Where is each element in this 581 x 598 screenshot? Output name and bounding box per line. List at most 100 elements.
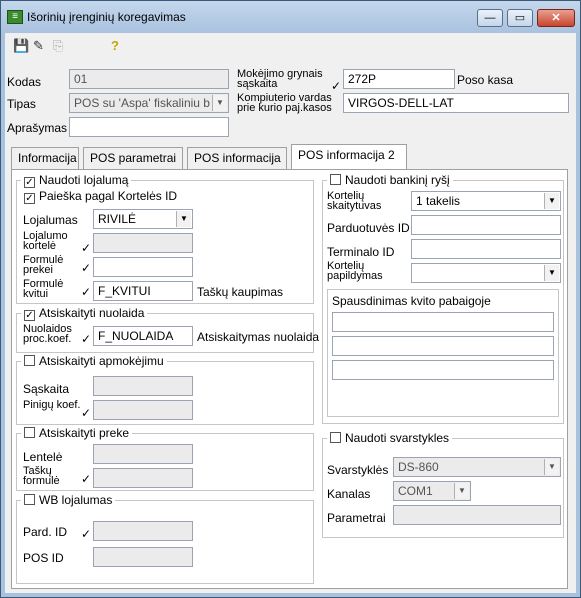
- paieska-label: Paieška pagal Kortelės ID: [39, 189, 178, 203]
- kvitui-description: Taškų kaupimas: [197, 285, 284, 299]
- lojalumas-title: Naudoti lojalumą: [39, 173, 129, 187]
- checkbox-icon: [24, 494, 35, 505]
- check-icon: ✓: [331, 79, 342, 93]
- nuolaida-checkbox[interactable]: ✓ Atsiskaityti nuolaida: [21, 306, 148, 321]
- papildymas-label: Kortelių papildymas: [327, 260, 383, 282]
- chevron-down-icon: ▼: [544, 459, 559, 475]
- pinigu-label: Pinigų koef.: [23, 399, 81, 411]
- lojalumas-group: ✓ Naudoti lojalumą ✓ Paieška pagal Kortelė…: [16, 173, 314, 304]
- kodas-label: Kodas: [7, 75, 42, 89]
- window-title: Išorinių įrenginių koregavimas: [27, 10, 186, 24]
- lojalumas-checkbox[interactable]: ✓ Naudoti lojalumą: [21, 173, 132, 188]
- tab-pos-parametrai[interactable]: POS parametrai: [83, 147, 183, 169]
- scale-title: Naudoti svarstykles: [345, 431, 450, 445]
- parduotuves-field[interactable]: [411, 215, 561, 235]
- paieska-checkbox[interactable]: ✓ Paieška pagal Kortelės ID: [21, 189, 181, 204]
- tipas-label: Tipas: [7, 97, 36, 111]
- chevron-down-icon: ▼: [176, 211, 191, 227]
- check-icon: ✓: [81, 332, 92, 346]
- svarstykles-select[interactable]: DS-860 ▼: [393, 457, 561, 477]
- kompiuterio-field[interactable]: VIRGOS-DELL-LAT: [343, 93, 569, 113]
- parametrai-label: Parametrai: [327, 511, 386, 525]
- edit-icon[interactable]: ✎: [33, 39, 44, 53]
- skaitytuvas-label: Kortelių skaitytuvas: [327, 190, 382, 212]
- tasku-field[interactable]: [93, 468, 193, 488]
- app-icon: ≡: [7, 10, 23, 24]
- nuolaida-group: ✓ Atsiskaityti nuolaida Nuolaidos proc.ko…: [16, 306, 319, 353]
- lojalumas-select[interactable]: RIVILĖ ▼: [93, 209, 193, 229]
- papildymas-select[interactable]: ▼: [411, 263, 561, 283]
- checkbox-icon: ✓: [24, 177, 35, 188]
- maximize-button[interactable]: ▭: [507, 9, 533, 27]
- apmokejimu-group: Atsiskaityti apmokėjimu Sąskaita Pinigų …: [16, 354, 314, 425]
- apmokejimu-title: Atsiskaityti apmokėjimu: [39, 354, 164, 368]
- tab-pos-informacija-2[interactable]: POS informacija 2: [291, 144, 407, 170]
- koef-field[interactable]: F_NUOLAIDA: [93, 326, 193, 346]
- tipas-value: POS su 'Aspa' fiskaliniu b: [74, 96, 210, 110]
- kvitui-field[interactable]: F_KVITUI: [93, 281, 193, 301]
- bank-group: Naudoti bankinį ryšį Kortelių skaitytuva…: [322, 173, 564, 424]
- bank-title: Naudoti bankinį ryšį: [345, 173, 450, 187]
- scale-checkbox[interactable]: Naudoti svarstykles: [327, 431, 453, 445]
- pinigu-field[interactable]: [93, 400, 193, 420]
- svarstykles-label: Svarstyklės: [327, 463, 389, 477]
- title-bar: ≡ Išorinių įrenginių koregavimas — ▭ ✕: [1, 1, 580, 33]
- prekei-label: Formulė prekei: [23, 254, 64, 276]
- lojalumas-value: RIVILĖ: [98, 212, 137, 226]
- close-button[interactable]: ✕: [537, 9, 575, 27]
- mokejimo-description: Poso kasa: [457, 73, 514, 87]
- kodas-field[interactable]: 01: [69, 69, 229, 89]
- tab-informacija[interactable]: Informacija: [11, 147, 79, 169]
- saskaita-field[interactable]: [93, 376, 193, 396]
- pos-id-field[interactable]: [93, 547, 193, 567]
- mokejimo-field[interactable]: 272P: [343, 69, 455, 89]
- kanalas-label: Kanalas: [327, 487, 371, 501]
- lentele-field[interactable]: [93, 444, 193, 464]
- help-icon[interactable]: ?: [111, 39, 119, 53]
- aprasymas-field[interactable]: [69, 117, 229, 137]
- parametrai-field[interactable]: [393, 505, 561, 525]
- koef-label: Nuolaidos proc.koef.: [23, 323, 72, 345]
- check-icon: ✓: [81, 472, 92, 486]
- tab-panel: ✓ Naudoti lojalumą ✓ Paieška pagal Kortelė…: [11, 169, 568, 589]
- kanalas-select[interactable]: COM1 ▼: [393, 481, 471, 501]
- pos-id-label: POS ID: [23, 551, 64, 565]
- lentele-label: Lentelė: [23, 450, 63, 464]
- client-area: 💾 ✎ ⎘ ? Kodas 01 Tipas POS su 'Aspa' fis…: [5, 33, 576, 593]
- tipas-select[interactable]: POS su 'Aspa' fiskaliniu b ▼: [69, 93, 229, 113]
- tab-pos-informacija[interactable]: POS informacija: [187, 147, 287, 169]
- spausdinimas-line-2[interactable]: [332, 336, 554, 356]
- skaitytuvas-select[interactable]: 1 takelis ▼: [411, 191, 561, 211]
- kortele-field[interactable]: [93, 233, 193, 253]
- save-icon[interactable]: 💾: [13, 39, 29, 53]
- wb-group: WB lojalumas Pard. ID ✓ POS ID: [16, 493, 314, 584]
- chevron-down-icon: ▼: [454, 483, 469, 499]
- terminalo-label: Terminalo ID: [327, 245, 395, 259]
- window: ≡ Išorinių įrenginių koregavimas — ▭ ✕ 💾…: [0, 0, 581, 598]
- preke-title: Atsiskaityti preke: [39, 426, 130, 440]
- bank-checkbox[interactable]: Naudoti bankinį ryšį: [327, 173, 453, 187]
- copy-icon[interactable]: ⎘: [53, 39, 63, 53]
- lojalumas-label: Lojalumas: [23, 213, 78, 227]
- chevron-down-icon: ▼: [212, 95, 227, 111]
- kanalas-value: COM1: [398, 484, 433, 498]
- preke-group: Atsiskaityti preke Lentelė Taškų formulė…: [16, 426, 314, 491]
- apmokejimu-checkbox[interactable]: Atsiskaityti apmokėjimu: [21, 354, 167, 368]
- prekei-field[interactable]: [93, 257, 193, 277]
- kortele-label: Lojalumo kortelė: [23, 230, 68, 252]
- checkbox-icon: ✓: [24, 310, 35, 321]
- wb-checkbox[interactable]: WB lojalumas: [21, 493, 116, 507]
- aprasymas-label: Aprašymas: [7, 121, 68, 135]
- spausdinimas-line-3[interactable]: [332, 360, 554, 380]
- saskaita-label: Sąskaita: [23, 382, 70, 396]
- minimize-button[interactable]: —: [477, 9, 503, 27]
- chevron-down-icon: ▼: [544, 265, 559, 281]
- checkbox-icon: [330, 432, 341, 443]
- checkbox-icon: [24, 355, 35, 366]
- check-icon: ✓: [81, 241, 92, 255]
- wb-title: WB lojalumas: [39, 493, 113, 507]
- terminalo-field[interactable]: [411, 239, 561, 259]
- spausdinimas-line-1[interactable]: [332, 312, 554, 332]
- preke-checkbox[interactable]: Atsiskaityti preke: [21, 426, 133, 440]
- pard-field[interactable]: [93, 521, 193, 541]
